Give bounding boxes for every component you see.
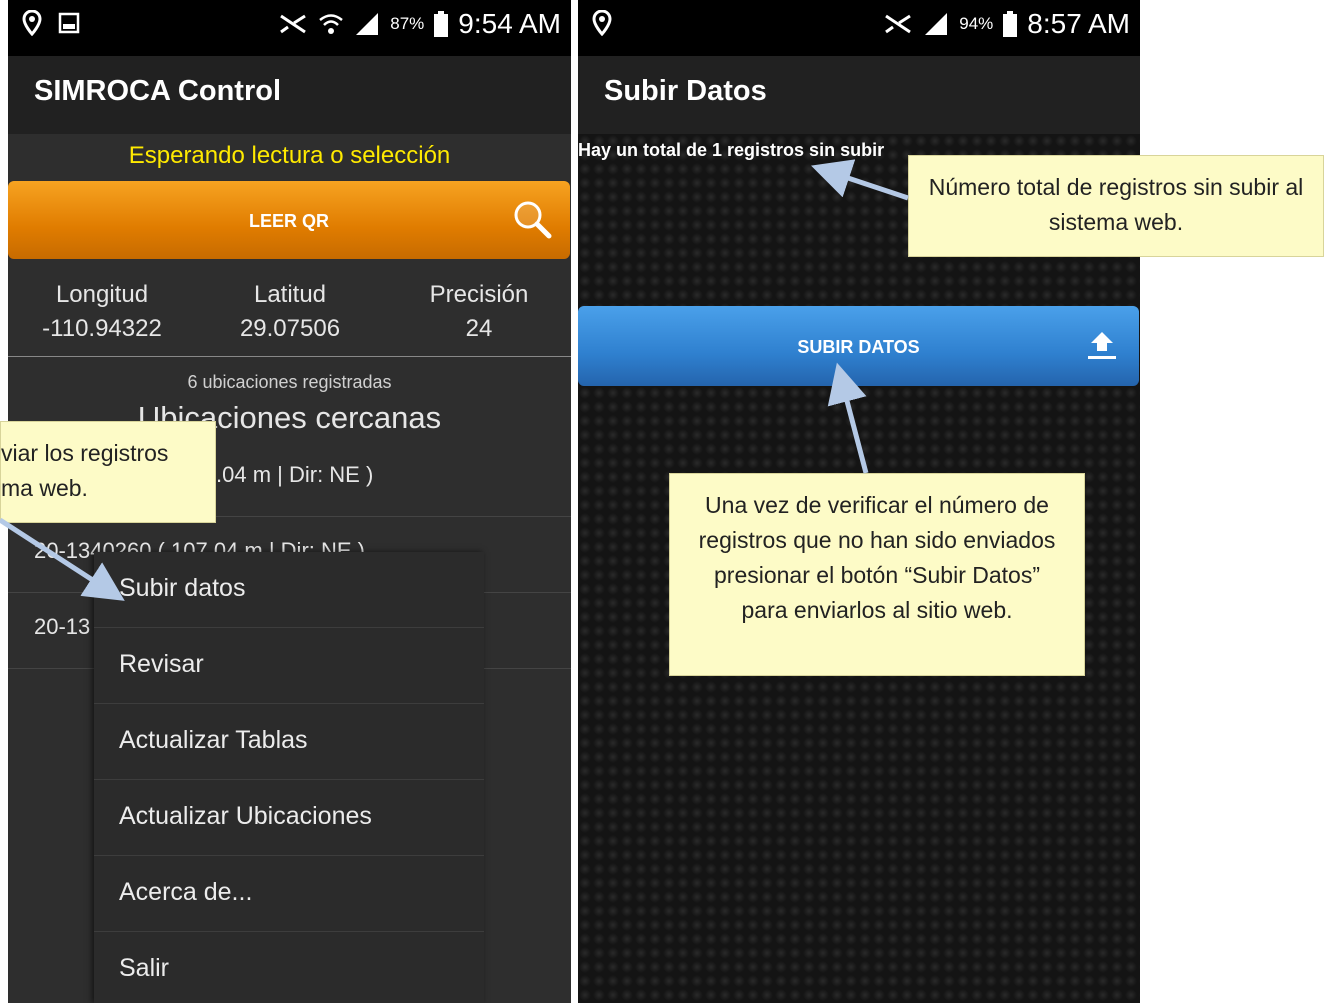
arrow-to-upload-button	[827, 362, 869, 474]
annotation-arrows	[0, 159, 909, 601]
arrow-to-menu	[0, 517, 125, 601]
arrow-to-total-text	[811, 159, 909, 201]
